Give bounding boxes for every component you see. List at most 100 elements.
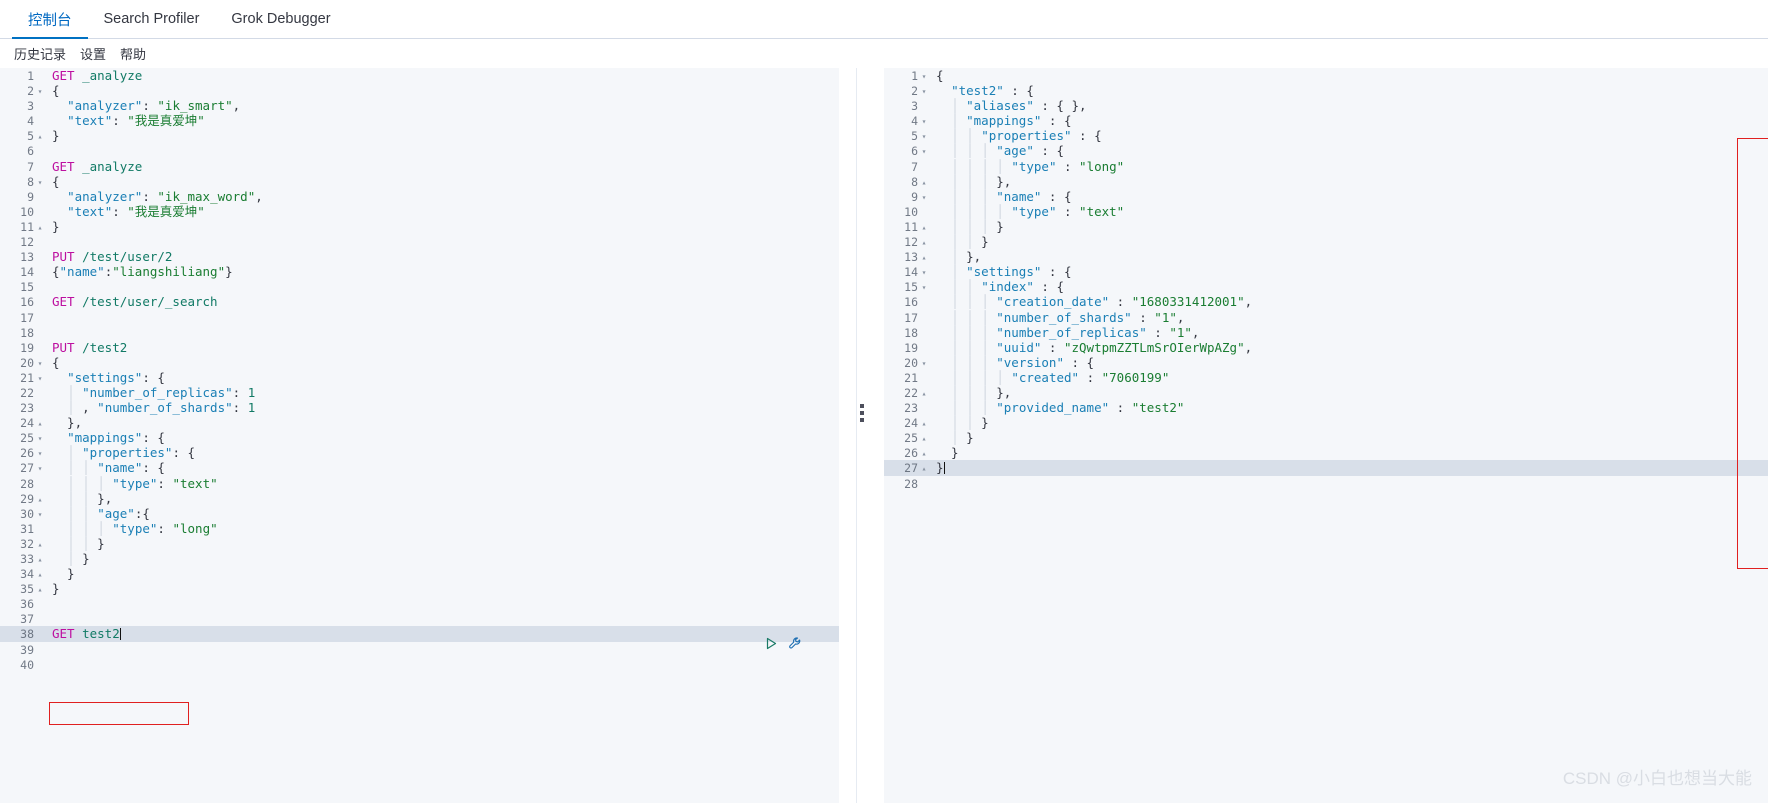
fold-toggle-icon[interactable]: ▴ [918, 461, 930, 476]
submenu-item-0[interactable]: 历史记录 [14, 44, 66, 63]
code-line[interactable]: 24 ▴ }, [0, 415, 839, 430]
code-line[interactable]: 11 ▴ │ │ │ } [884, 219, 1768, 234]
code-line[interactable]: 7 │ │ │ │ "type" : "long" [884, 159, 1768, 174]
code-line[interactable]: 27 ▾ │ │ "name": { [0, 460, 839, 475]
code-line[interactable]: 17 │ │ │ "number_of_shards" : "1", [884, 310, 1768, 325]
pane-splitter[interactable] [840, 68, 884, 803]
code-line[interactable]: 31 │ │ │ "type": "long" [0, 521, 839, 536]
code-line[interactable]: 23 │ │ │ "provided_name" : "test2" [884, 400, 1768, 415]
code-line[interactable]: 29 ▴ │ │ }, [0, 491, 839, 506]
code-line[interactable]: 21 ▾ "settings": { [0, 370, 839, 385]
code-line[interactable]: 17 [0, 310, 839, 325]
code-line[interactable]: 25 ▴ │ } [884, 430, 1768, 445]
code-line[interactable]: 32 ▴ │ │ } [0, 536, 839, 551]
code-line[interactable]: 21 │ │ │ │ "created" : "7060199" [884, 370, 1768, 385]
code-line[interactable]: 20 ▾ │ │ │ "version" : { [884, 355, 1768, 370]
request-editor-pane[interactable]: 1 GET _analyze 2 ▾{3 "analyzer": "ik_smart"… [0, 68, 840, 803]
code-line[interactable]: 9 ▾ │ │ │ "name" : { [884, 189, 1768, 204]
code-line[interactable]: 8 ▴ │ │ │ }, [884, 174, 1768, 189]
code-line[interactable]: 24 ▴ │ │ } [884, 415, 1768, 430]
fold-toggle-icon[interactable]: ▾ [34, 461, 46, 476]
code-line[interactable]: 36 [0, 596, 839, 611]
fold-toggle-icon[interactable]: ▾ [918, 129, 930, 144]
code-line[interactable]: 20 ▾ { [0, 355, 839, 370]
fold-toggle-icon[interactable]: ▴ [34, 416, 46, 431]
code-line[interactable]: 6 [0, 143, 839, 158]
fold-toggle-icon[interactable]: ▾ [34, 84, 46, 99]
fold-toggle-icon[interactable]: ▴ [918, 416, 930, 431]
code-line[interactable]: 5 ▴} [0, 128, 839, 143]
fold-toggle-icon[interactable]: ▾ [918, 144, 930, 159]
code-line[interactable]: 16 │ │ │ "creation_date" : "168033141200… [884, 294, 1768, 309]
code-line[interactable]: 39 [0, 642, 839, 657]
fold-toggle-icon[interactable]: ▴ [34, 129, 46, 144]
fold-toggle-icon[interactable]: ▴ [918, 175, 930, 190]
response-viewer-code[interactable]: 1 ▾{2 ▾ "test2" : {3 │ "aliases" : { }, 4 ▾ … [884, 68, 1768, 491]
code-line[interactable]: 14 {"name":"liangshiliang"} [0, 264, 839, 279]
code-line[interactable]: 23 │ , "number_of_shards": 1 [0, 400, 839, 415]
code-line[interactable]: 30 ▾ │ │ "age":{ [0, 506, 839, 521]
fold-toggle-icon[interactable]: ▴ [918, 386, 930, 401]
code-line[interactable]: 22 ▴ │ │ │ }, [884, 385, 1768, 400]
top-tab-2[interactable]: Grok Debugger [215, 0, 346, 38]
code-line[interactable]: 1 GET _analyze [0, 68, 839, 83]
fold-toggle-icon[interactable]: ▾ [34, 446, 46, 461]
code-line[interactable]: 28 [884, 476, 1768, 491]
response-viewer-pane[interactable]: 1 ▾{2 ▾ "test2" : {3 │ "aliases" : { }, 4 ▾ … [884, 68, 1768, 803]
submenu-item-1[interactable]: 设置 [80, 44, 106, 63]
fold-toggle-icon[interactable]: ▾ [918, 356, 930, 371]
code-line[interactable]: 15 ▾ │ │ "index" : { [884, 279, 1768, 294]
code-line[interactable]: 19 │ │ │ "uuid" : "zQwtpmZZTLmSrOIerWpAZ… [884, 340, 1768, 355]
code-line[interactable]: 35 ▴} [0, 581, 839, 596]
code-line[interactable]: 26 ▾ │ "properties": { [0, 445, 839, 460]
code-line[interactable]: 13 PUT /test/user/2 [0, 249, 839, 264]
top-tab-0[interactable]: 控制台 [12, 0, 88, 39]
code-line[interactable]: 37 [0, 611, 839, 626]
submenu-item-2[interactable]: 帮助 [120, 44, 146, 63]
code-line[interactable]: 6 ▾ │ │ │ "age" : { [884, 143, 1768, 158]
fold-toggle-icon[interactable]: ▾ [918, 265, 930, 280]
code-line[interactable]: 26 ▴ } [884, 445, 1768, 460]
fold-toggle-icon[interactable]: ▴ [34, 220, 46, 235]
code-line[interactable]: 12 [0, 234, 839, 249]
fold-toggle-icon[interactable]: ▴ [918, 220, 930, 235]
code-line[interactable]: 11 ▴} [0, 219, 839, 234]
code-line[interactable]: 1 ▾ { [884, 68, 1768, 83]
wrench-icon[interactable] [788, 636, 803, 651]
fold-toggle-icon[interactable]: ▴ [918, 235, 930, 250]
code-line[interactable]: 10 "text": "我是真爱坤" [0, 204, 839, 219]
code-line[interactable]: 18 [0, 325, 839, 340]
code-line[interactable]: 10 │ │ │ │ "type" : "text" [884, 204, 1768, 219]
code-line[interactable]: 4 "text": "我是真爱坤" [0, 113, 839, 128]
code-line[interactable]: 4 ▾ │ "mappings" : { [884, 113, 1768, 128]
fold-toggle-icon[interactable]: ▾ [918, 280, 930, 295]
fold-toggle-icon[interactable]: ▴ [918, 431, 930, 446]
code-line[interactable]: 22 │ "number_of_replicas": 1 [0, 385, 839, 400]
code-line[interactable]: 18 │ │ │ "number_of_replicas" : "1", [884, 325, 1768, 340]
code-line[interactable]: 19 PUT /test2 [0, 340, 839, 355]
fold-toggle-icon[interactable]: ▾ [918, 69, 930, 84]
fold-toggle-icon[interactable]: ▾ [34, 356, 46, 371]
code-line[interactable]: 28 │ │ │ "type": "text" [0, 476, 839, 491]
code-line[interactable]: 8 ▾ { [0, 174, 839, 189]
fold-toggle-icon[interactable]: ▾ [918, 190, 930, 205]
code-line[interactable]: 34 ▴ } [0, 566, 839, 581]
fold-toggle-icon[interactable]: ▾ [34, 371, 46, 386]
code-line[interactable]: 15 [0, 279, 839, 294]
code-line[interactable]: 33 ▴ │ } [0, 551, 839, 566]
code-line[interactable]: 27 ▴} [884, 460, 1768, 476]
code-line[interactable]: 5 ▾ │ │ "properties" : { [884, 128, 1768, 143]
code-line[interactable]: 13 ▴ │ }, [884, 249, 1768, 264]
code-line[interactable]: 25 ▾ "mappings": { [0, 430, 839, 445]
code-line[interactable]: 2 ▾ "test2" : { [884, 83, 1768, 98]
code-line[interactable]: 14 ▾ │ "settings" : { [884, 264, 1768, 279]
splitter-grip-icon[interactable] [860, 404, 864, 422]
fold-toggle-icon[interactable]: ▾ [34, 507, 46, 522]
code-line[interactable]: 40 [0, 657, 839, 672]
fold-toggle-icon[interactable]: ▴ [34, 567, 46, 582]
code-line[interactable]: 3 "analyzer": "ik_smart", [0, 98, 839, 113]
code-line[interactable]: 38 GET test2 [0, 626, 839, 642]
top-tab-1[interactable]: Search Profiler [88, 0, 216, 38]
play-icon[interactable] [765, 637, 778, 650]
code-line[interactable]: 9 "analyzer": "ik_max_word", [0, 189, 839, 204]
